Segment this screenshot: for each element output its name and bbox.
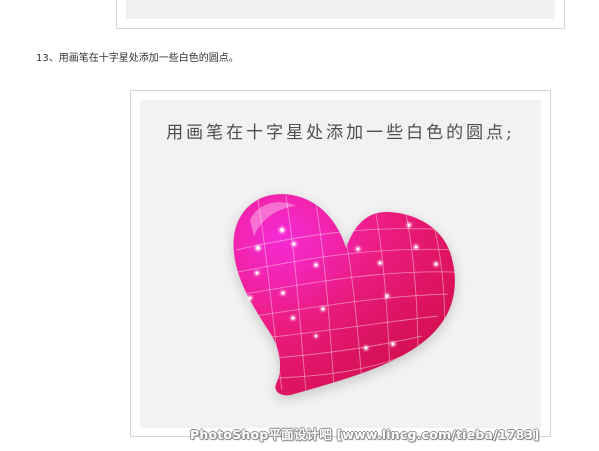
previous-image (126, 0, 555, 19)
tutorial-image: 用画笔在十字星处添加一些白色的圆点; (140, 100, 541, 428)
heart-illustration (233, 194, 455, 400)
watermark-text: PhotoShop平面设计吧 [www.lincg.com/tieba/1783… (190, 427, 540, 442)
step-instruction: 13、用画笔在十字星处添加一些白色的圆点。 (36, 53, 239, 64)
previous-image-frame (116, 0, 565, 29)
tutorial-image-frame: 用画笔在十字星处添加一些白色的圆点; (130, 90, 551, 437)
